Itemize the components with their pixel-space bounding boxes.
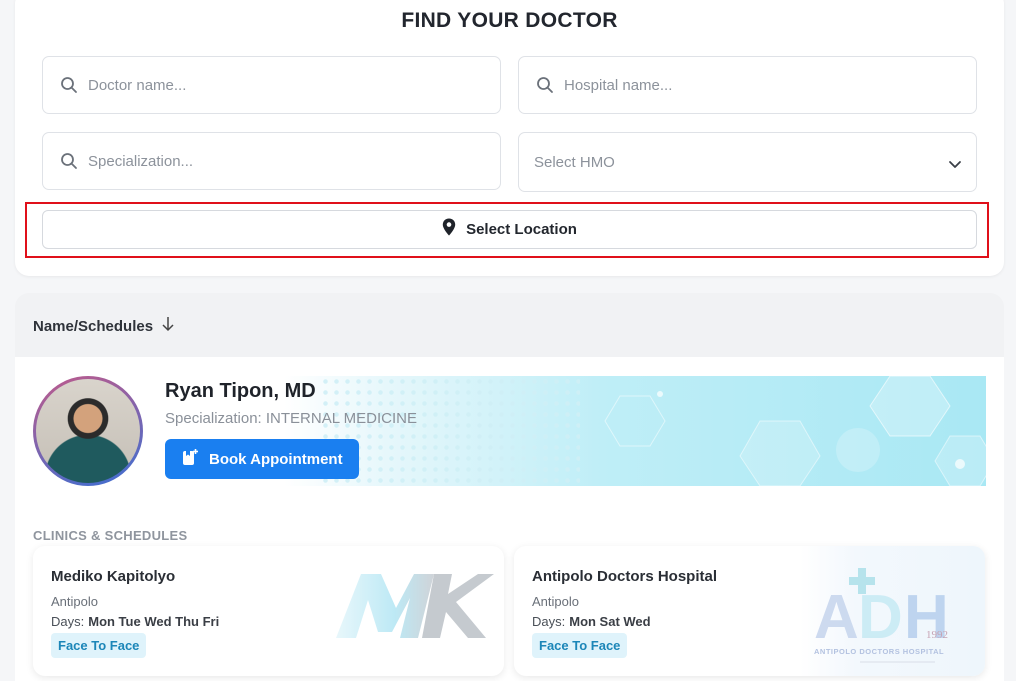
- map-pin-icon: [442, 218, 456, 241]
- specialization-input[interactable]: Specialization...: [42, 132, 501, 190]
- mediko-kapitolyo-logo: [326, 566, 496, 656]
- book-appointment-button[interactable]: Book Appointment: [165, 439, 359, 479]
- hospital-name-input[interactable]: Hospital name...: [518, 56, 977, 114]
- arrow-down-icon: [161, 316, 175, 337]
- page-title: FIND YOUR DOCTOR: [401, 9, 618, 32]
- svg-text:A: A: [814, 583, 859, 652]
- clinic-days: Days: Mon Sat Wed: [532, 614, 651, 629]
- clinic-name: Antipolo Doctors Hospital: [532, 568, 717, 585]
- book-appointment-label: Book Appointment: [209, 450, 343, 468]
- hospital-name-placeholder: Hospital name...: [564, 76, 673, 94]
- clinic-days-value: Mon Tue Wed Thu Fri: [88, 614, 220, 629]
- svg-text:D: D: [858, 583, 903, 652]
- doctor-card: Ryan Tipon, MD Specialization: INTERNAL …: [15, 357, 1004, 681]
- doctor-name-placeholder: Doctor name...: [88, 76, 187, 94]
- clinic-days-value: Mon Sat Wed: [569, 614, 651, 629]
- clinic-days-label: Days:: [51, 614, 85, 629]
- clinic-days-label: Days:: [532, 614, 566, 629]
- svg-text:H: H: [904, 583, 949, 652]
- consultation-type-badge: Face To Face: [532, 633, 628, 658]
- chevron-down-icon: [948, 156, 962, 174]
- clinics-title: CLINICS & SCHEDULES: [33, 528, 188, 543]
- doctor-name-input[interactable]: Doctor name...: [42, 56, 501, 114]
- specialization-placeholder: Specialization...: [88, 152, 194, 170]
- calendar-add-icon: [181, 448, 199, 471]
- doctor-specialization: Specialization: INTERNAL MEDICINE: [165, 410, 418, 427]
- antipolo-doctors-hospital-logo: A D H 1992 ANTIPOLO DOCTORS HOSPITAL: [800, 546, 985, 676]
- clinic-city: Antipolo: [51, 594, 98, 609]
- doctor-avatar: [33, 376, 143, 486]
- clinic-card[interactable]: A D H 1992 ANTIPOLO DOCTORS HOSPITAL Ant…: [514, 546, 985, 676]
- clinic-city: Antipolo: [532, 594, 579, 609]
- search-icon: [536, 76, 554, 94]
- clinic-name: Mediko Kapitolyo: [51, 568, 176, 585]
- hmo-select[interactable]: Select HMO: [518, 132, 977, 192]
- svg-text:ANTIPOLO DOCTORS HOSPITAL: ANTIPOLO DOCTORS HOSPITAL: [814, 647, 944, 656]
- hexagon-pattern: [604, 376, 986, 486]
- select-location-label: Select Location: [466, 221, 577, 238]
- doctor-name: Ryan Tipon, MD: [165, 380, 316, 402]
- select-location-button[interactable]: Select Location: [42, 210, 977, 249]
- search-icon: [60, 76, 78, 94]
- search-icon: [60, 152, 78, 170]
- clinic-days: Days: Mon Tue Wed Thu Fri: [51, 614, 219, 629]
- clinic-card[interactable]: Mediko Kapitolyo Antipolo Days: Mon Tue W…: [33, 546, 504, 676]
- svg-text:1992: 1992: [926, 629, 948, 641]
- sort-header[interactable]: Name/Schedules: [15, 293, 1004, 359]
- sort-label: Name/Schedules: [33, 317, 154, 335]
- search-card: FIND YOUR DOCTOR Doctor name... Hospital…: [15, 0, 1004, 276]
- consultation-type-badge: Face To Face: [51, 633, 147, 658]
- banner-dots-decoration: [320, 376, 580, 486]
- hmo-select-value: Select HMO: [534, 153, 615, 171]
